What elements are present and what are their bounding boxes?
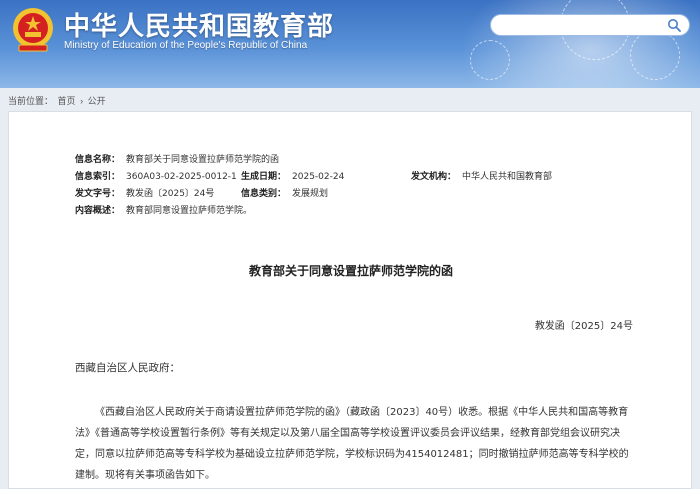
site-header: 中华人民共和国教育部 Ministry of Education of the … bbox=[0, 0, 700, 88]
meta-label: 信息索引： bbox=[75, 172, 121, 182]
breadcrumb-prefix: 当前位置： bbox=[8, 96, 54, 106]
meta-row-category: 信息类别： 发展规划 bbox=[241, 186, 328, 199]
content-panel: 信息名称： 教育部关于同意设置拉萨师范学院的函 信息索引： 360A03-02-20… bbox=[8, 111, 692, 489]
document-salutation: 西藏自治区人民政府： bbox=[75, 362, 180, 374]
site-title[interactable]: 中华人民共和国教育部 bbox=[64, 6, 334, 43]
meta-row-index: 信息索引： 360A03-02-2025-0012-1 bbox=[75, 169, 237, 182]
meta-value: 360A03-02-2025-0012-1 bbox=[126, 172, 237, 182]
search-input[interactable] bbox=[490, 14, 690, 36]
breadcrumb-item-public[interactable]: 公开 bbox=[88, 96, 106, 106]
meta-row-date: 生成日期： 2025-02-24 bbox=[241, 169, 344, 182]
meta-value: 发展规划 bbox=[292, 189, 329, 199]
meta-label: 信息名称： bbox=[75, 155, 121, 165]
document-title: 教育部关于同意设置拉萨师范学院的函 bbox=[248, 264, 453, 278]
meta-label: 生成日期： bbox=[241, 172, 287, 182]
meta-row-issuer: 发文机构： 中华人民共和国教育部 bbox=[411, 169, 552, 182]
meta-row-summary: 内容概述： 教育部同意设置拉萨师范学院。 bbox=[75, 203, 252, 216]
dandelion-decoration bbox=[470, 40, 510, 80]
document-paragraph: 《西藏自治区人民政府关于商请设置拉萨师范学院的函》（藏政函〔2023〕40号）收… bbox=[75, 407, 629, 481]
meta-label: 发文机构： bbox=[411, 172, 457, 182]
search-icon[interactable] bbox=[667, 18, 681, 32]
meta-row-info-name: 信息名称： 教育部关于同意设置拉萨师范学院的函 bbox=[75, 152, 279, 165]
breadcrumb-separator: › bbox=[80, 96, 84, 106]
meta-label: 发文字号： bbox=[75, 189, 121, 199]
meta-value: 2025-02-24 bbox=[292, 172, 345, 182]
meta-label: 内容概述： bbox=[75, 206, 121, 216]
meta-value: 中华人民共和国教育部 bbox=[462, 172, 553, 182]
site-subtitle: Ministry of Education of the People's Re… bbox=[64, 40, 308, 51]
meta-value: 教发函〔2025〕24号 bbox=[126, 189, 215, 199]
document-number: 教发函〔2025〕24号 bbox=[534, 321, 633, 332]
meta-row-doc-number: 发文字号： 教发函〔2025〕24号 bbox=[75, 186, 214, 199]
meta-label: 信息类别： bbox=[241, 189, 287, 199]
dandelion-decoration bbox=[630, 30, 680, 80]
breadcrumb: 当前位置： 首页 › 公开 bbox=[8, 94, 108, 107]
breadcrumb-item-home[interactable]: 首页 bbox=[58, 96, 76, 106]
meta-value: 教育部同意设置拉萨师范学院。 bbox=[126, 206, 253, 216]
national-emblem-icon[interactable] bbox=[10, 5, 56, 55]
meta-value: 教育部关于同意设置拉萨师范学院的函 bbox=[126, 155, 280, 165]
